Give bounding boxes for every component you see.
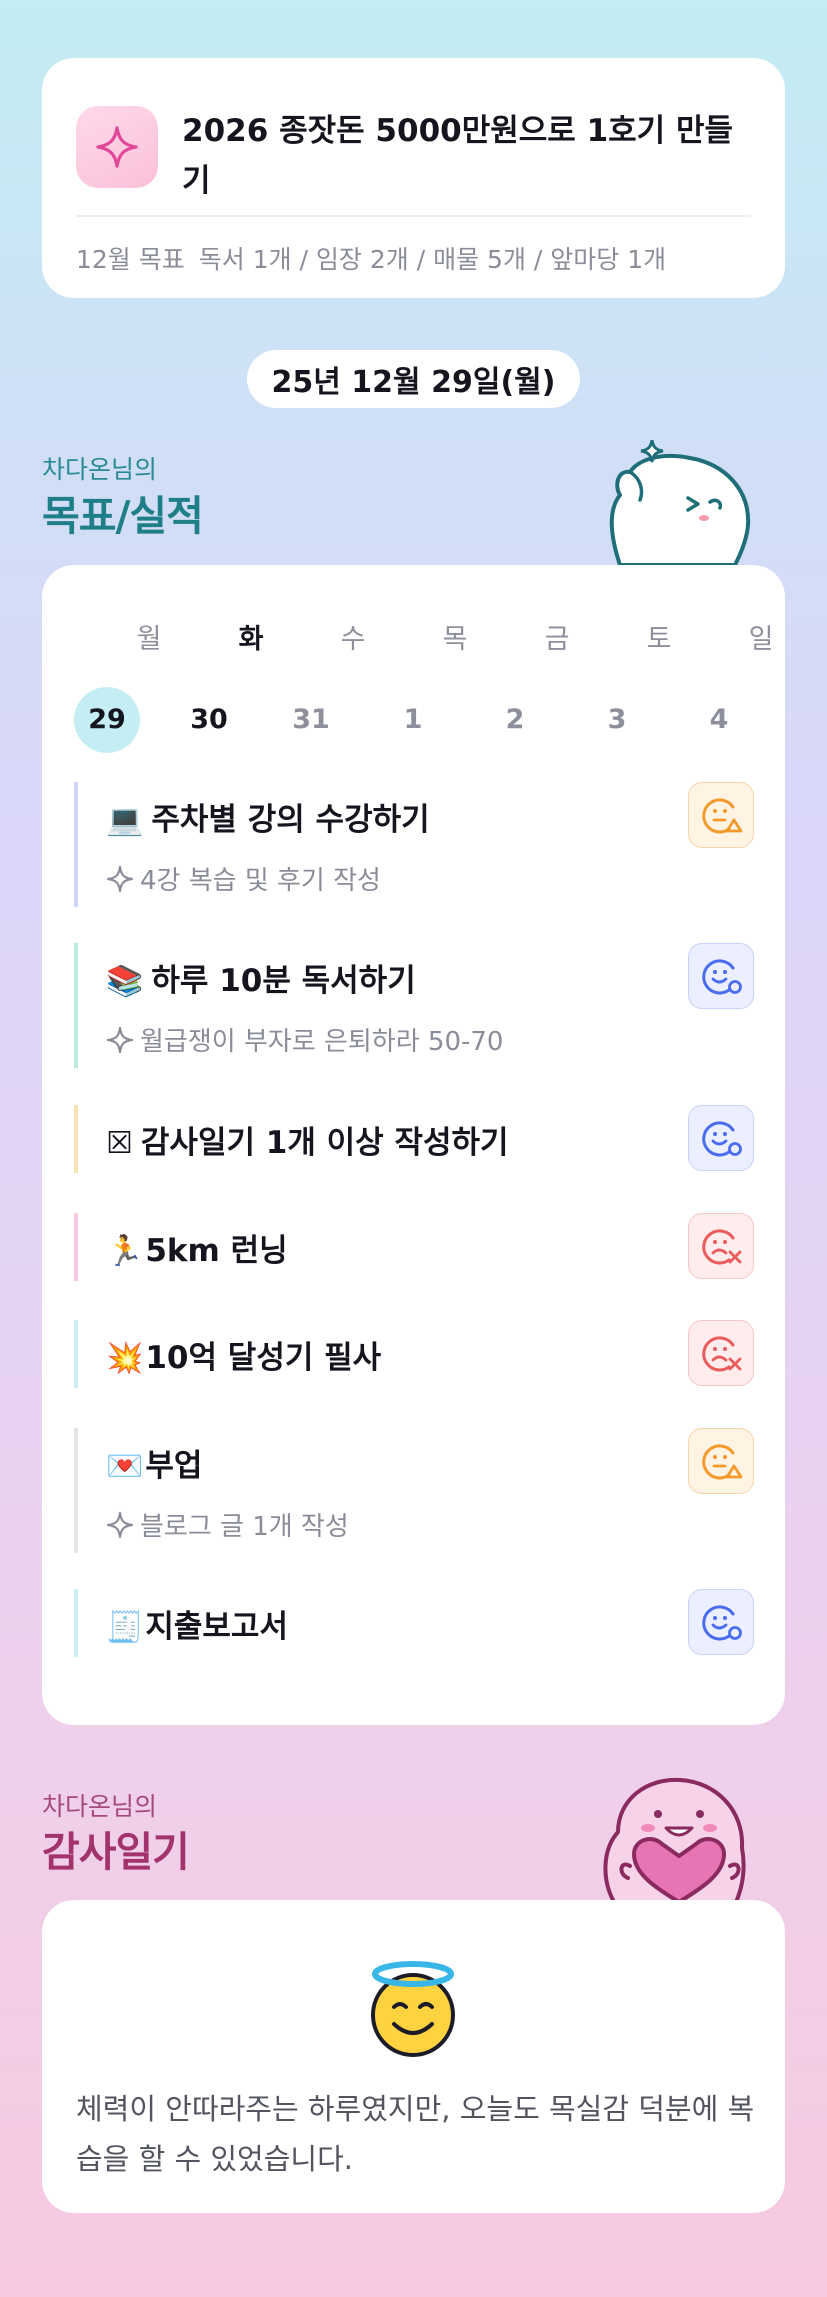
- annual-goal-card[interactable]: 2026 종잣돈 5000만원으로 1호기 만들기 12월 목표 독서 1개 / …: [42, 58, 785, 298]
- task-title: 💥10억 달성기 필사: [106, 1340, 382, 1376]
- diary-section-title: 감사일기: [42, 1828, 190, 1876]
- task-title: 🧾지출보고서: [106, 1609, 288, 1645]
- task-subtitle: 월급쟁이 부자로 은퇴하라 50-70: [106, 1021, 503, 1058]
- status-triangle-icon[interactable]: [688, 1428, 754, 1494]
- sparkle-icon: [106, 1511, 134, 1539]
- monthly-goal-label: 12월 목표: [76, 245, 185, 274]
- gratitude-diary-text: 체력이 안따라주는 하루였지만, 오늘도 목실감 덕분에 복습을 할 수 있었습…: [76, 2092, 755, 2176]
- weekday-fri: 금: [544, 624, 570, 655]
- love-letter-icon: 💌: [106, 1449, 144, 1484]
- task-title: 💌부업: [106, 1448, 203, 1484]
- status-triangle-icon[interactable]: [688, 782, 754, 848]
- task-subtitle: 4강 복습 및 후기 작성: [106, 860, 381, 897]
- smiling-face-with-halo-icon: [371, 1961, 455, 2057]
- weekday-header: 월 화 수 목 금 토 일: [42, 617, 785, 657]
- status-x-icon[interactable]: [688, 1213, 754, 1279]
- date-31[interactable]: 31: [278, 687, 344, 753]
- status-x-icon[interactable]: [688, 1320, 754, 1386]
- weekday-sun: 일: [748, 624, 774, 655]
- date-30[interactable]: 30: [176, 687, 242, 753]
- date-selector[interactable]: 25년 12월 29일(월): [247, 350, 580, 408]
- goals-section-subtitle: 차다온님의: [42, 455, 158, 484]
- date-3[interactable]: 3: [584, 687, 650, 753]
- weekday-tue: 화: [238, 624, 264, 655]
- task-title: 🏃5km 런닝: [106, 1233, 288, 1269]
- date-strip: 29 30 31 1 2 3 4: [42, 687, 785, 753]
- weekday-sat: 토: [646, 624, 672, 655]
- sparkle-icon: [106, 1026, 134, 1054]
- date-29[interactable]: 29: [74, 687, 140, 753]
- task-item[interactable]: 💌부업 블로그 글 1개 작성: [74, 1428, 754, 1553]
- weekly-tracker-card: 월 화 수 목 금 토 일 29 30 31 1 2 3 4 💻 주차별 강의 수…: [42, 565, 785, 1725]
- weekday-thu: 목: [442, 624, 468, 655]
- status-circle-icon[interactable]: [688, 1589, 754, 1655]
- date-1[interactable]: 1: [380, 687, 446, 753]
- task-title: ☒ 감사일기 1개 이상 작성하기: [106, 1125, 509, 1161]
- goals-section-title: 목표/실적: [42, 492, 204, 540]
- collision-icon: 💥: [106, 1341, 144, 1376]
- date-4[interactable]: 4: [686, 687, 752, 753]
- receipt-icon: 🧾: [106, 1610, 144, 1645]
- laptop-icon: 💻: [106, 803, 144, 838]
- task-title: 💻 주차별 강의 수강하기: [106, 802, 430, 838]
- books-icon: 📚: [106, 964, 144, 999]
- annual-goal-title: 2026 종잣돈 5000만원으로 1호기 만들기: [182, 113, 734, 199]
- sparkle-icon: [76, 106, 158, 188]
- monthly-goal-summary: 12월 목표 독서 1개 / 임장 2개 / 매물 5개 / 앞마당 1개: [76, 240, 765, 276]
- status-circle-icon[interactable]: [688, 1105, 754, 1171]
- task-subtitle: 블로그 글 1개 작성: [106, 1506, 349, 1543]
- task-item[interactable]: 💥10억 달성기 필사: [74, 1320, 754, 1388]
- task-item[interactable]: 📚 하루 10분 독서하기 월급쟁이 부자로 은퇴하라 50-70: [74, 943, 754, 1068]
- mascot-pink-illustration: [603, 1777, 746, 1902]
- monthly-goal-values: 독서 1개 / 임장 2개 / 매물 5개 / 앞마당 1개: [198, 245, 667, 274]
- mascot-blue-illustration: [609, 440, 751, 565]
- checkbox-icon: ☒: [106, 1126, 133, 1161]
- task-item[interactable]: 🏃5km 런닝: [74, 1213, 754, 1281]
- status-circle-icon[interactable]: [688, 943, 754, 1009]
- gratitude-diary-card[interactable]: 체력이 안따라주는 하루였지만, 오늘도 목실감 덕분에 복습을 할 수 있었습…: [42, 1900, 785, 2213]
- task-title: 📚 하루 10분 독서하기: [106, 963, 416, 999]
- sparkle-icon: [106, 865, 134, 893]
- weekday-wed: 수: [340, 624, 366, 655]
- runner-icon: 🏃: [106, 1234, 144, 1269]
- task-item[interactable]: 💻 주차별 강의 수강하기 4강 복습 및 후기 작성: [74, 782, 754, 907]
- divider: [76, 215, 751, 217]
- task-item[interactable]: ☒ 감사일기 1개 이상 작성하기: [74, 1105, 754, 1173]
- weekday-mon: 월: [136, 624, 162, 655]
- task-item[interactable]: 🧾지출보고서: [74, 1589, 754, 1657]
- date-2[interactable]: 2: [482, 687, 548, 753]
